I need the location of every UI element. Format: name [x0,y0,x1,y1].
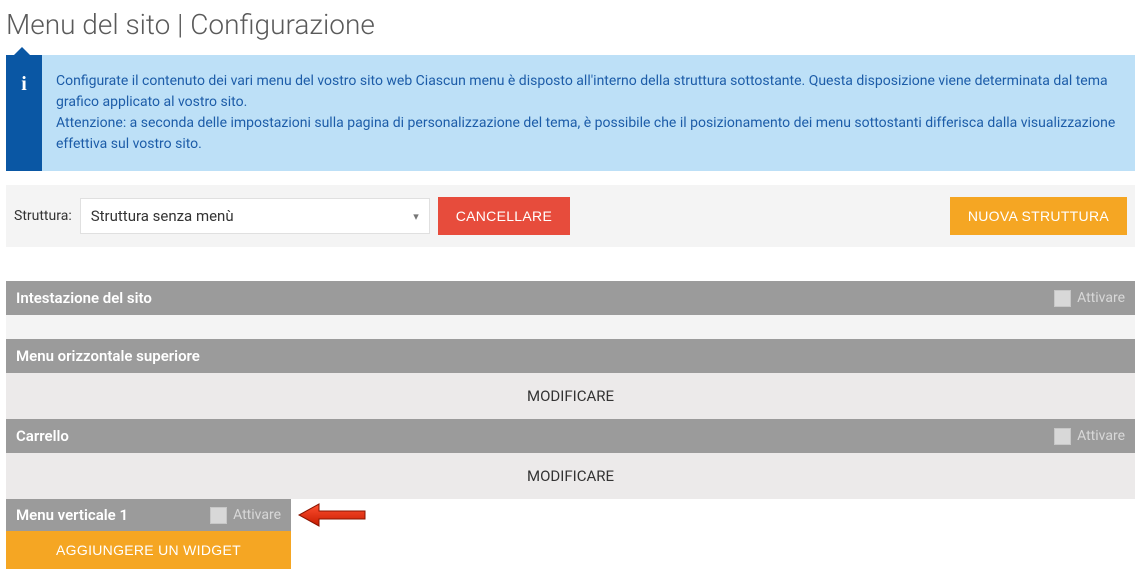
structure-toolbar: Struttura: Struttura senza menù CANCELLA… [6,185,1135,247]
new-structure-button[interactable]: NUOVA STRUTTURA [950,197,1127,235]
structure-label: Struttura: [14,208,72,224]
section-site-header: Intestazione del sito Attivare [6,281,1135,315]
info-line-2: Attenzione: a seconda delle impostazioni… [56,113,1117,155]
section-cart-bar: Carrello Attivare [6,419,1135,453]
cancel-button[interactable]: CANCELLARE [438,197,570,235]
section-top-menu-bar: Menu orizzontale superiore [6,339,1135,373]
section-vertical-1-title: Menu verticale 1 [16,506,128,524]
structure-selected-value: Struttura senza menù [91,207,234,225]
page-title: Menu del sito | Configurazione [0,0,1141,55]
section-site-header-title: Intestazione del sito [16,289,152,307]
site-header-activate-label: Attivare [1077,290,1125,306]
section-top-menu-title: Menu orizzontale superiore [16,347,200,365]
top-menu-modify[interactable]: MODIFICARE [6,373,1135,419]
vertical1-activate-checkbox[interactable] [210,507,227,524]
section-cart: Carrello Attivare MODIFICARE [6,419,1135,499]
info-line-1: Configurate il contenuto dei vari menu d… [56,71,1117,113]
site-header-activate-checkbox[interactable] [1054,290,1071,307]
cart-activate-label: Attivare [1077,428,1125,444]
vertical1-activate-label: Attivare [233,507,281,523]
section-site-header-bar: Intestazione del sito Attivare [6,281,1135,315]
annotation-arrow [291,499,367,531]
info-box: i Configurate il contenuto dei vari menu… [6,55,1135,171]
section-vertical-1: Menu verticale 1 Attivare [6,499,1135,531]
section-vertical-1-bar: Menu verticale 1 Attivare [6,499,291,531]
cart-activate-checkbox[interactable] [1054,428,1071,445]
cart-modify[interactable]: MODIFICARE [6,453,1135,499]
section-cart-title: Carrello [16,427,69,445]
arrow-icon [297,501,367,529]
add-widget-button[interactable]: AGGIUNGERE UN WIDGET [6,531,291,569]
structure-select[interactable]: Struttura senza menù [80,198,430,234]
section-top-menu: Menu orizzontale superiore MODIFICARE [6,339,1135,419]
info-icon: i [6,55,42,171]
